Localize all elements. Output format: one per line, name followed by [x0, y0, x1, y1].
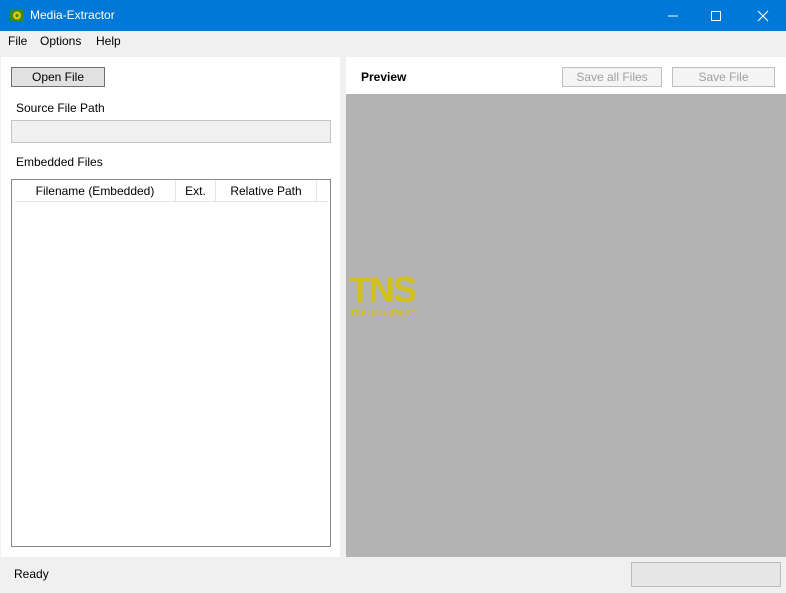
app-window: Media-Extractor File Options Help Open F…: [0, 0, 786, 593]
media-extractor-app-icon: [10, 10, 24, 21]
svg-text:TRẢI NGHIỆM SỐ: TRẢI NGHIỆM SỐ: [350, 308, 417, 318]
menu-bar: File Options Help: [0, 31, 786, 51]
window-title: Media-Extractor: [30, 8, 115, 22]
tns-watermark-logo: TNS TRẢI NGHIỆM SỐ: [349, 271, 418, 318]
column-relative-path[interactable]: Relative Path: [216, 181, 317, 201]
embedded-files-label: Embedded Files: [16, 155, 103, 169]
source-file-path-label: Source File Path: [16, 101, 105, 115]
close-icon: [757, 10, 769, 21]
svg-text:TNS: TNS: [349, 271, 416, 310]
source-file-path-field[interactable]: [11, 120, 331, 143]
embedded-files-list[interactable]: Filename (Embedded) Ext. Relative Path: [11, 179, 331, 547]
preview-title: Preview: [361, 70, 407, 84]
preview-panel: Preview Save all Files Save File TNS TRẢ…: [346, 57, 786, 557]
open-file-button[interactable]: Open File: [11, 67, 105, 87]
menu-file[interactable]: File: [8, 34, 27, 48]
maximize-button[interactable]: [693, 0, 739, 31]
preview-area: TNS TRẢI NGHIỆM SỐ: [346, 94, 786, 557]
title-bar[interactable]: Media-Extractor: [0, 0, 786, 31]
left-panel: Open File Source File Path Embedded File…: [1, 57, 340, 557]
column-extension[interactable]: Ext.: [176, 181, 216, 201]
maximize-icon: [711, 10, 721, 21]
column-filename[interactable]: Filename (Embedded): [15, 181, 176, 201]
status-text: Ready: [14, 567, 49, 581]
list-header: Filename (Embedded) Ext. Relative Path: [15, 181, 328, 202]
close-button[interactable]: [740, 0, 786, 31]
save-file-button[interactable]: Save File: [672, 67, 775, 87]
menu-options[interactable]: Options: [40, 34, 81, 48]
progress-bar: [631, 562, 781, 587]
minimize-icon: [668, 15, 678, 16]
status-bar: Ready: [0, 557, 786, 593]
save-all-files-button[interactable]: Save all Files: [562, 67, 662, 87]
menu-help[interactable]: Help: [96, 34, 121, 48]
minimize-button[interactable]: [650, 0, 696, 31]
